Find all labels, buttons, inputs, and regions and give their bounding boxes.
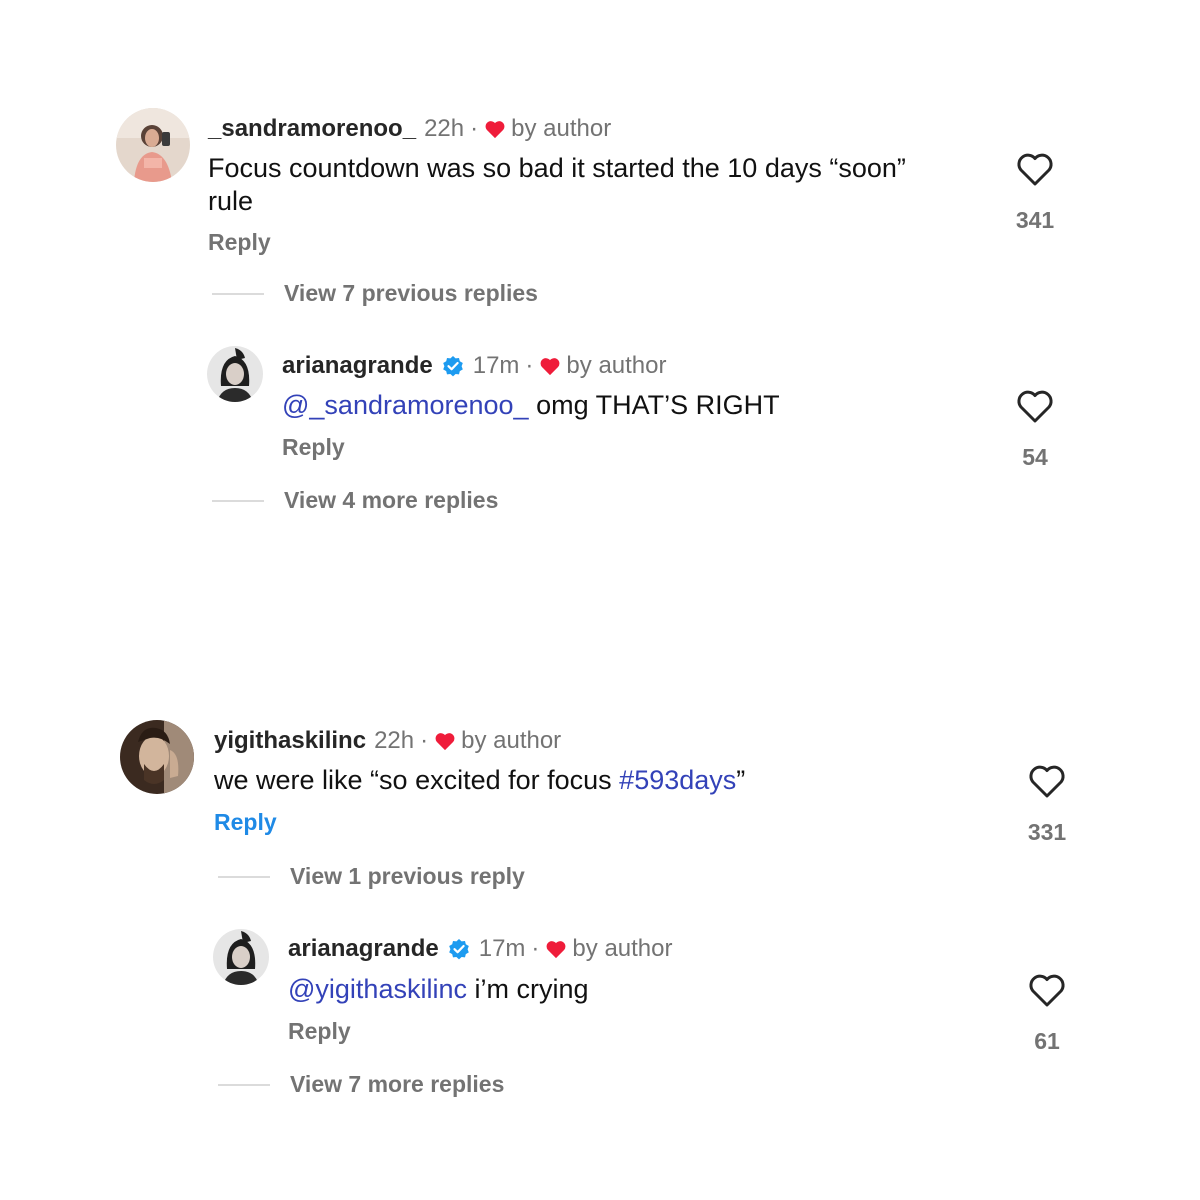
comment-text: we were like “so excited for focus #593d…: [214, 764, 745, 797]
heart-outline-icon[interactable]: [1028, 974, 1066, 1008]
comment-text-line: Focus countdown was so bad it started th…: [208, 153, 906, 183]
like-count: 54: [1022, 444, 1048, 470]
heart-filled-icon: [541, 358, 560, 376]
reply-header: arianagrande 17m · by author: [288, 934, 673, 964]
comment-text-content: ”: [736, 765, 746, 795]
liked-by-author-label: by author: [566, 352, 667, 379]
like-count: 331: [1027, 819, 1067, 845]
liked-by-author-label: by author: [572, 935, 673, 962]
username[interactable]: arianagrande: [288, 935, 439, 963]
reply-text: @yigithaskilinc i’m crying: [288, 973, 588, 1006]
reply-header: arianagrande 17m · by author: [282, 351, 667, 381]
reply-button[interactable]: Reply: [208, 229, 271, 256]
view-previous-replies-button[interactable]: View 1 previous reply: [290, 863, 525, 890]
avatar[interactable]: [207, 346, 263, 402]
heart-outline-icon[interactable]: [1028, 765, 1066, 799]
timestamp: 22h: [424, 115, 465, 142]
divider-line: [212, 293, 264, 295]
reply-text-content: i’m crying: [466, 974, 589, 1004]
comment-header: yigithaskilinc 22h · by author: [214, 726, 561, 756]
view-more-replies-button[interactable]: View 4 more replies: [284, 487, 498, 514]
view-previous-replies-button[interactable]: View 7 previous replies: [284, 280, 538, 307]
like-count: 341: [1015, 207, 1055, 233]
comment-text-line: rule: [208, 186, 254, 216]
like-count: 61: [1034, 1028, 1060, 1054]
comment-text: Focus countdown was so bad it started th…: [208, 152, 988, 218]
username[interactable]: arianagrande: [282, 352, 433, 380]
divider-line: [218, 876, 270, 878]
avatar[interactable]: [120, 720, 194, 794]
heart-outline-icon[interactable]: [1016, 153, 1054, 187]
timestamp: 17m: [472, 352, 520, 379]
divider-line: [212, 500, 264, 502]
mention-link[interactable]: @_sandramorenoo_: [282, 390, 529, 420]
reply-text-content: omg THAT’S RIGHT: [528, 390, 780, 420]
hashtag-link[interactable]: #593days: [619, 765, 736, 795]
mention-link[interactable]: @yigithaskilinc: [288, 974, 467, 1004]
liked-by-author-label: by author: [461, 727, 562, 754]
reply-button[interactable]: Reply: [282, 434, 345, 461]
comment-header: _sandramorenoo_ 22h · by author: [208, 114, 611, 144]
heart-filled-icon: [485, 121, 505, 139]
separator-dot: ·: [470, 115, 479, 142]
reply-text: @_sandramorenoo_ omg THAT’S RIGHT: [282, 389, 780, 422]
timestamp: 17m: [478, 935, 526, 962]
comment-text-content: we were like “so excited for focus: [214, 765, 620, 795]
separator-dot: ·: [531, 935, 540, 962]
heart-filled-icon: [547, 941, 566, 959]
divider-line: [218, 1084, 270, 1086]
reply-button[interactable]: Reply: [214, 809, 277, 836]
heart-outline-icon[interactable]: [1016, 390, 1054, 424]
heart-filled-icon: [435, 733, 455, 751]
timestamp: 22h: [374, 727, 415, 754]
verified-badge-icon: [448, 939, 469, 960]
avatar[interactable]: [213, 929, 269, 985]
separator-dot: ·: [420, 727, 429, 754]
username[interactable]: yigithaskilinc: [214, 727, 366, 755]
avatar[interactable]: [116, 108, 190, 182]
liked-by-author-label: by author: [511, 115, 612, 142]
view-more-replies-button[interactable]: View 7 more replies: [290, 1071, 504, 1098]
separator-dot: ·: [525, 352, 534, 379]
verified-badge-icon: [442, 356, 463, 377]
reply-button[interactable]: Reply: [288, 1018, 351, 1045]
username[interactable]: _sandramorenoo_: [208, 115, 416, 143]
